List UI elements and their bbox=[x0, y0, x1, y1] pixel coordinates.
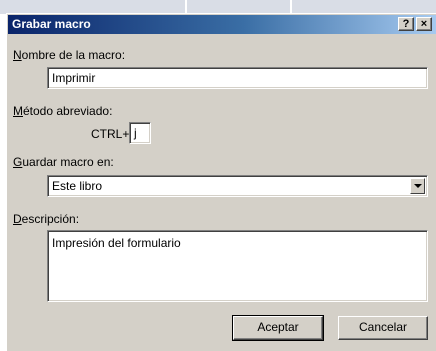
help-button[interactable]: ? bbox=[398, 17, 414, 31]
macro-name-label-accel: N bbox=[13, 48, 22, 62]
dialog-title: Grabar macro bbox=[12, 17, 91, 31]
description-textarea[interactable]: Impresión del formulario bbox=[47, 230, 428, 302]
description-label: Descripción: bbox=[13, 212, 79, 226]
shortcut-label: Método abreviado: bbox=[13, 104, 112, 118]
store-in-dropdown-button[interactable] bbox=[410, 178, 425, 194]
store-in-label-text: uardar macro en: bbox=[22, 155, 114, 169]
background-divider bbox=[185, 0, 187, 14]
store-in-label-accel: G bbox=[13, 155, 23, 169]
chevron-down-icon bbox=[414, 184, 422, 188]
shortcut-key-input[interactable]: j bbox=[129, 122, 151, 144]
macro-name-label-text: ombre de la macro: bbox=[21, 48, 126, 62]
background-window-strip bbox=[0, 0, 436, 14]
ctrl-prefix-label: CTRL+ bbox=[91, 127, 130, 141]
store-in-value: Este libro bbox=[52, 179, 103, 193]
cancel-button[interactable]: Cancelar bbox=[338, 316, 428, 340]
macro-name-input[interactable]: Imprimir bbox=[47, 67, 428, 89]
close-button[interactable]: × bbox=[416, 17, 432, 31]
background-divider bbox=[290, 0, 292, 14]
accept-button[interactable]: Aceptar bbox=[232, 315, 324, 341]
dialog-titlebar[interactable]: Grabar macro ? × bbox=[8, 15, 436, 34]
description-label-text: escripción: bbox=[21, 212, 80, 226]
macro-name-label: Nombre de la macro: bbox=[13, 48, 125, 62]
description-label-accel: D bbox=[13, 212, 22, 226]
shortcut-label-accel: M bbox=[13, 104, 23, 118]
store-in-select[interactable]: Este libro bbox=[47, 175, 428, 197]
shortcut-label-text: étodo abreviado: bbox=[23, 104, 113, 118]
store-in-label: Guardar macro en: bbox=[13, 155, 114, 169]
record-macro-dialog: Grabar macro ? × Nombre de la macro: Imp… bbox=[6, 13, 436, 351]
